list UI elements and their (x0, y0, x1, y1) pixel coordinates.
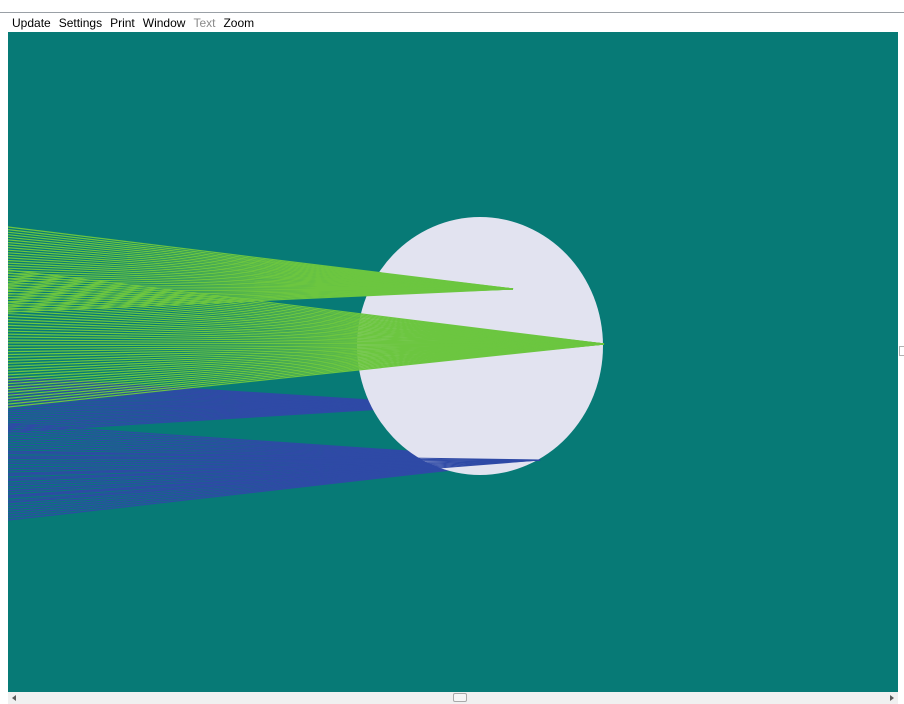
splitter-handle[interactable] (899, 346, 904, 356)
menu-zoom[interactable]: Zoom (219, 14, 258, 32)
menu-print[interactable]: Print (106, 14, 139, 32)
ray-trace-drawing (8, 217, 605, 521)
triangle-right-icon[interactable] (888, 694, 896, 702)
window-top-border (0, 12, 904, 13)
menu-settings[interactable]: Settings (55, 14, 106, 32)
menu-bar: Update Settings Print Window Text Zoom (8, 14, 898, 32)
menu-window[interactable]: Window (139, 14, 190, 32)
ray-trace-canvas[interactable] (8, 32, 898, 692)
horizontal-scrollbar[interactable] (8, 692, 898, 704)
scrollbar-thumb[interactable] (453, 693, 467, 702)
menu-text: Text (193, 16, 216, 30)
menu-update[interactable]: Update (8, 14, 55, 32)
app-window: Update Settings Print Window Text Zoom (0, 0, 904, 704)
triangle-left-icon[interactable] (10, 694, 18, 702)
window-right-edge (898, 32, 904, 692)
